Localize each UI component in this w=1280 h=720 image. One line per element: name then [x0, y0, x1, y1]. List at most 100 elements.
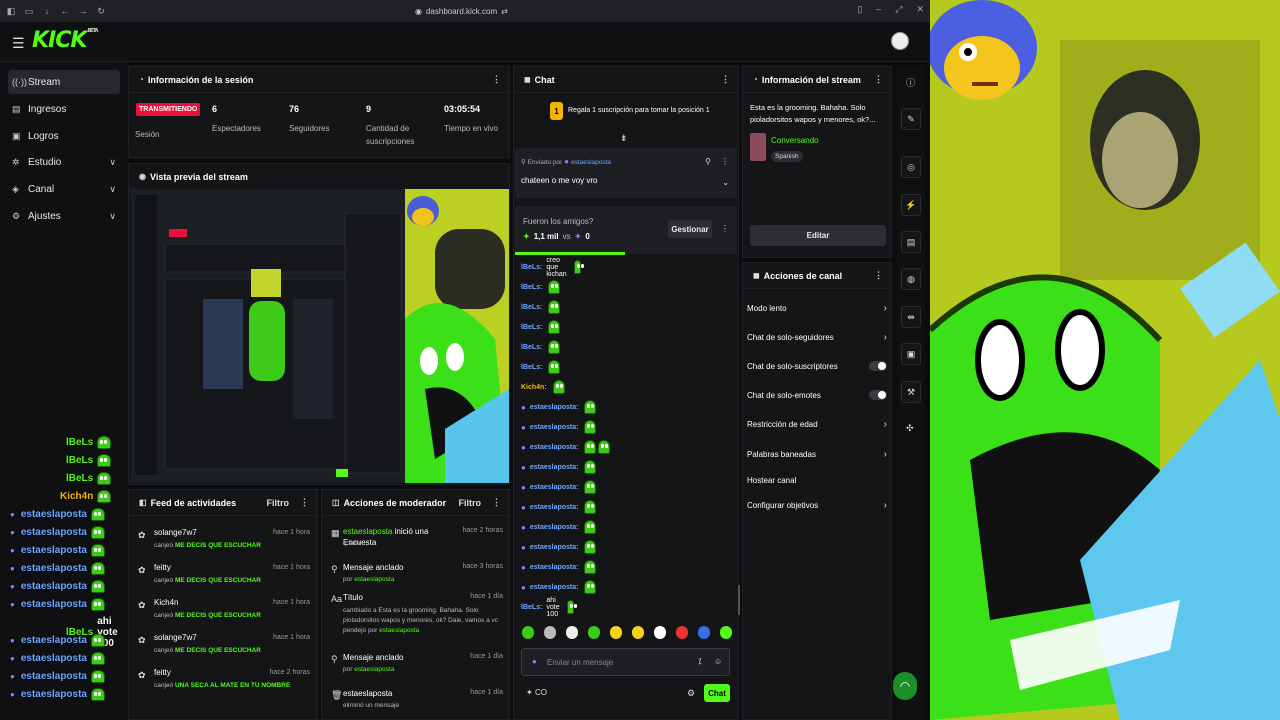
- reload-icon[interactable]: ↻: [94, 4, 108, 18]
- chat-message[interactable]: ● estaeslaposta:: [521, 558, 597, 576]
- minimize-icon[interactable]: –: [876, 4, 881, 15]
- channel-action-1[interactable]: Modo lento ›: [747, 301, 887, 315]
- chat-username[interactable]: estaeslaposta:: [530, 544, 579, 551]
- activity-user[interactable]: feitty: [154, 668, 171, 677]
- channel-points[interactable]: ✦ CO: [526, 688, 547, 697]
- mod-desc-user[interactable]: estaeslaposta: [354, 576, 394, 583]
- menu-icon[interactable]: ☰: [12, 35, 25, 52]
- chat-username[interactable]: lBeLs:: [521, 344, 542, 351]
- chat-scrollbar[interactable]: [738, 585, 740, 615]
- chat-username[interactable]: lBeLs:: [521, 364, 542, 371]
- unpin-icon[interactable]: ⚲: [705, 157, 711, 166]
- chat-settings-icon[interactable]: ⚙: [687, 688, 695, 699]
- mod-desc-user[interactable]: estaeslaposta: [354, 666, 394, 673]
- edit-icon[interactable]: ✎: [901, 108, 921, 130]
- channel-action-7[interactable]: Hostear canal: [747, 473, 887, 487]
- sidebar-item-ingresos[interactable]: ▤ Ingresos: [8, 97, 120, 121]
- channel-action-2[interactable]: Chat de solo-seguidores ›: [747, 330, 887, 344]
- chat-username[interactable]: estaeslaposta:: [530, 424, 579, 431]
- chat-username[interactable]: lBeLs:: [521, 284, 542, 291]
- mod-action-row[interactable]: ⚲ Mensaje anclado hace 3 horas por estaesla…: [327, 560, 503, 594]
- filter-button[interactable]: Filtro: [267, 498, 290, 508]
- toggle-switch[interactable]: [869, 361, 887, 371]
- edit-stream-button[interactable]: Editar: [750, 225, 886, 246]
- chat-username[interactable]: estaeslaposta:: [530, 404, 579, 411]
- chat-username[interactable]: estaeslaposta:: [530, 564, 579, 571]
- chat-message[interactable]: ● estaeslaposta:: [521, 498, 597, 516]
- address-bar[interactable]: ◉ dashboard.kick.com ⇄: [415, 4, 508, 18]
- mod-action-row[interactable]: Aa Título hace 1 día cambiado a Esta es la …: [327, 590, 503, 634]
- chat-username[interactable]: lBeLs:: [521, 604, 542, 611]
- filter-button[interactable]: Filtro: [459, 498, 482, 508]
- mod-action-row[interactable]: ▦ estaeslaposta inició una Encuesta hace 2…: [327, 524, 503, 558]
- chat-message[interactable]: ● estaeslaposta:: [521, 538, 597, 556]
- more-options-icon[interactable]: ⋮: [721, 224, 729, 233]
- emote-picker-icon[interactable]: ☺: [714, 657, 722, 666]
- chat-message[interactable]: lBeLs:: [521, 298, 561, 316]
- site-info-icon[interactable]: ◉: [415, 7, 422, 16]
- chat-username[interactable]: estaeslaposta:: [530, 484, 579, 491]
- close-icon[interactable]: ✕: [916, 4, 924, 15]
- emote-icon[interactable]: [698, 626, 710, 639]
- user-avatar[interactable]: [891, 32, 909, 50]
- more-options-icon[interactable]: ⋮: [721, 74, 730, 85]
- chat-message[interactable]: lBeLs:: [521, 318, 561, 336]
- info-icon[interactable]: ⓘ: [906, 76, 915, 89]
- collapse-icon[interactable]: ⇟: [620, 133, 628, 144]
- sidebar-icon[interactable]: ▯: [857, 4, 862, 15]
- chat-username[interactable]: estaeslaposta:: [530, 444, 579, 451]
- chat-input-box[interactable]: ● Enviar un mensaje ⁒ ☺: [521, 648, 730, 676]
- activity-row[interactable]: ✿ solange7w7 hace 1 hora canjeó ME DECIS QU…: [134, 629, 310, 665]
- chat-message[interactable]: ● estaeslaposta:: [521, 418, 597, 436]
- restore-icon[interactable]: ⤢: [895, 4, 902, 15]
- channel-action-6[interactable]: Palabras baneadas ›: [747, 447, 887, 461]
- emote-icon[interactable]: [588, 626, 600, 639]
- more-options-icon[interactable]: ⋮: [874, 74, 883, 85]
- gift-subscription-text[interactable]: Regala 1 suscripción para tomar la posic…: [568, 107, 710, 114]
- chat-username[interactable]: estaeslaposta:: [530, 464, 579, 471]
- split-icon[interactable]: ⇹: [901, 306, 921, 328]
- sidebar-item-canal[interactable]: ◈ Canal ∨: [8, 177, 120, 201]
- sidebar-item-estudio[interactable]: ✲ Estudio ∨: [8, 150, 120, 174]
- emote-icon[interactable]: [720, 626, 732, 639]
- emote-icon[interactable]: [522, 626, 534, 639]
- chat-message[interactable]: ● estaeslaposta:: [521, 398, 597, 416]
- emote-icon[interactable]: [610, 626, 622, 639]
- toggle-switch[interactable]: [869, 390, 887, 400]
- send-chat-button[interactable]: Chat: [704, 684, 730, 702]
- target-icon[interactable]: ◎: [901, 156, 921, 178]
- chat-username[interactable]: lBeLs:: [521, 304, 542, 311]
- activity-user[interactable]: solange7w7: [154, 528, 197, 537]
- activity-row[interactable]: ✿ Kich4n hace 1 hora canjeó ME DECIS QUE ES…: [134, 594, 310, 630]
- chat-username[interactable]: Kich4n:: [521, 384, 547, 391]
- chat-bubble-icon[interactable]: ◍: [901, 268, 921, 290]
- more-options-icon[interactable]: ⋮: [300, 497, 309, 508]
- more-options-icon[interactable]: ⋮: [492, 497, 501, 508]
- mod-desc-user[interactable]: estaeslaposta: [379, 627, 419, 634]
- window-icon[interactable]: ▣: [901, 343, 921, 365]
- emote-icon[interactable]: [676, 626, 688, 639]
- stream-category[interactable]: Conversando: [771, 136, 819, 145]
- more-options-icon[interactable]: ⋮: [492, 74, 501, 85]
- stream-preview-image[interactable]: [131, 189, 509, 483]
- sidebar-item-stream[interactable]: ((·)) Stream: [8, 70, 120, 94]
- mod-user[interactable]: estaeslaposta: [343, 527, 392, 536]
- activity-row[interactable]: ✿ solange7w7 hace 1 hora canjeó ME DECIS QU…: [134, 524, 310, 560]
- chat-message[interactable]: lBeLs:: [521, 358, 561, 376]
- activity-user[interactable]: feitty: [154, 563, 171, 572]
- chat-message[interactable]: lBeLs: creo que kichan: [521, 257, 581, 278]
- chat-message[interactable]: ● estaeslaposta:: [521, 578, 597, 596]
- activity-user[interactable]: solange7w7: [154, 633, 197, 642]
- kick-logo[interactable]: KICKBETA: [32, 28, 99, 53]
- chat-username[interactable]: estaeslaposta:: [530, 524, 579, 531]
- chat-message[interactable]: lBeLs:: [521, 278, 561, 296]
- chat-message[interactable]: lBeLs: ahi vote 100: [521, 597, 574, 618]
- sidebar-item-ajustes[interactable]: ⚙ Ajustes ∨: [8, 204, 120, 228]
- emote-icon[interactable]: [566, 626, 578, 639]
- add-widget-icon[interactable]: ✣: [906, 423, 914, 434]
- wrench-icon[interactable]: ⚒: [901, 381, 921, 403]
- mod-action-row[interactable]: ⚲ Mensaje anclado hace 1 día por estaeslapo…: [327, 650, 503, 684]
- chat-message[interactable]: ● estaeslaposta:: [521, 438, 611, 456]
- chat-username[interactable]: estaeslaposta:: [530, 584, 579, 591]
- activity-user[interactable]: Kich4n: [154, 598, 178, 607]
